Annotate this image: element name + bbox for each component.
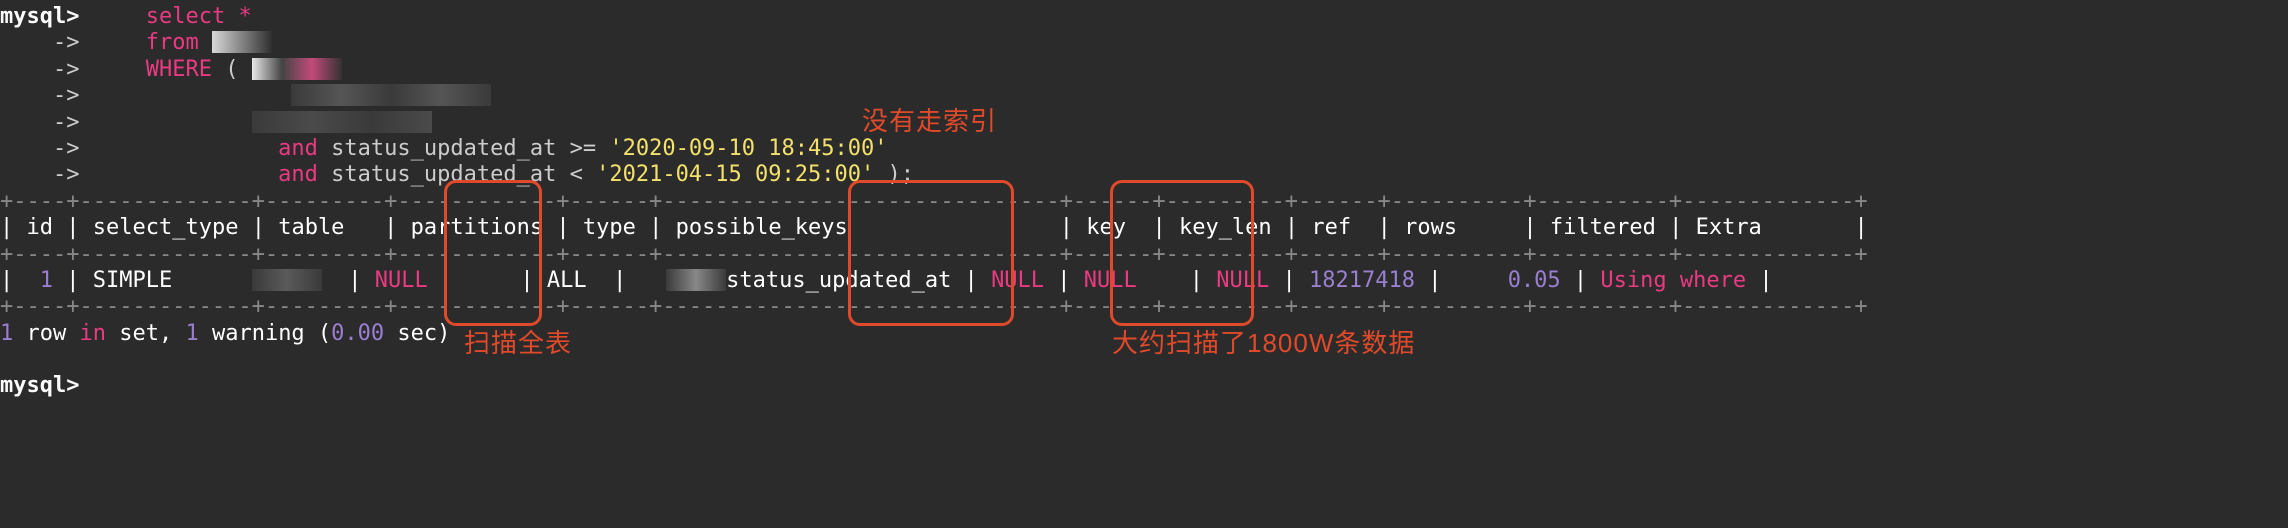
table-rule-bottom: +----+-------------+---------+----------… (0, 294, 2288, 320)
cell-ref: NULL (1216, 268, 1269, 293)
mysql-prompt-2[interactable]: mysql> (0, 373, 2288, 399)
kw-from: from (146, 30, 199, 55)
footer-set: set, (106, 321, 185, 346)
result-footer: 1 row in set, 1 warning (0.00 sec) (0, 321, 2288, 347)
sql-line-2: -> from (0, 30, 2288, 56)
sql-line-7: -> and status_updated_at < '2021-04-15 0… (0, 162, 2288, 188)
cont-arrow: -> (0, 136, 79, 161)
cell-partitions: NULL (375, 268, 428, 293)
blank-line (0, 347, 2288, 373)
footer-1a: 1 (0, 321, 13, 346)
redacted (252, 111, 432, 133)
cell-extra: Using where (1600, 268, 1746, 293)
hdr-key_len: key_len (1179, 215, 1272, 240)
col: status_updated_at (331, 136, 556, 161)
kw-and: and (278, 136, 318, 161)
sql-line-4: -> (0, 83, 2288, 109)
cell-possible_keys: status_updated_at (726, 268, 951, 293)
table-data-row: | 1 | SIMPLE | NULL | ALL | status_updat… (0, 268, 2288, 294)
redacted (291, 84, 491, 106)
hdr-select_type: select_type (93, 215, 239, 240)
table-rule-mid: +----+-------------+---------+----------… (0, 242, 2288, 268)
hdr-table: table (278, 215, 344, 240)
cont-arrow: -> (0, 30, 79, 55)
sql-line-6: -> and status_updated_at >= '2020-09-10 … (0, 136, 2288, 162)
hdr-type: type (583, 215, 636, 240)
kw-where: WHERE (146, 57, 212, 82)
hdr-possible_keys: possible_keys (676, 215, 848, 240)
hdr-ref: ref (1311, 215, 1351, 240)
val2: '2021-04-15 09:25:00' (596, 162, 874, 187)
hdr-filtered: filtered (1550, 215, 1656, 240)
cell-id: 1 (40, 268, 53, 293)
val1: '2020-09-10 18:45:00' (609, 136, 887, 161)
footer-1b: 1 (185, 321, 198, 346)
redacted-cell-table (252, 269, 322, 291)
col: status_updated_at (331, 162, 556, 187)
close-paren: ); (888, 162, 915, 187)
cell-key_len: NULL (1084, 268, 1137, 293)
cont-arrow: -> (0, 110, 79, 135)
hdr-rows: rows (1404, 215, 1457, 240)
cell-type: ALL (547, 268, 587, 293)
footer-close: sec) (384, 321, 450, 346)
redacted (212, 31, 272, 53)
sql-line-1: mysql> select * (0, 4, 2288, 30)
hdr-key: key (1086, 215, 1126, 240)
cell-rows: 18217418 (1309, 268, 1415, 293)
footer-row: row (13, 321, 79, 346)
redacted (252, 58, 342, 80)
hdr-id: id (27, 215, 54, 240)
cont-arrow: -> (0, 162, 79, 187)
footer-sec: 0.00 (331, 321, 384, 346)
footer-warn: warning ( (199, 321, 331, 346)
hdr-partitions: partitions (411, 215, 543, 240)
table-header-row: | id | select_type | table | partitions … (0, 215, 2288, 241)
kw-and: and (278, 162, 318, 187)
star: * (238, 4, 251, 29)
terminal: mysql> select * -> from -> WHERE ( -> ->… (0, 0, 2288, 528)
cont-arrow: -> (0, 83, 79, 108)
sql-line-3: -> WHERE ( (0, 57, 2288, 83)
redacted-pk-prefix (666, 269, 726, 291)
footer-in: in (79, 321, 106, 346)
cell-filtered: 0.05 (1508, 268, 1561, 293)
kw-select: select (146, 4, 225, 29)
op1: >= (570, 136, 597, 161)
op2: < (570, 162, 583, 187)
cell-select_type: SIMPLE (93, 268, 172, 293)
cell-key: NULL (991, 268, 1044, 293)
hdr-extra: Extra (1696, 215, 1762, 240)
mysql-prompt: mysql> (0, 4, 79, 29)
table-rule-top: +----+-------------+---------+----------… (0, 189, 2288, 215)
cont-arrow: -> (0, 57, 79, 82)
sql-line-5: -> (0, 110, 2288, 136)
